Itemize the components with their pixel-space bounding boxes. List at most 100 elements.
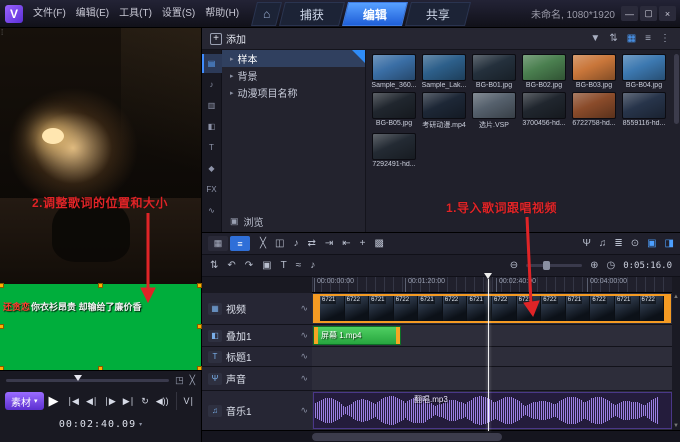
media-item[interactable]: BG-B05.jpg — [370, 92, 418, 130]
close-button[interactable]: × — [659, 6, 676, 21]
track-effect-icon[interactable]: ∿ — [300, 303, 308, 314]
media-item[interactable]: 7292491-hd... — [370, 133, 418, 168]
library-scrollbar[interactable] — [674, 54, 679, 124]
sort-icon[interactable]: ⇅ — [609, 33, 617, 44]
voice-track-lane[interactable] — [312, 367, 672, 391]
track-manager-icon[interactable]: ⇅ — [210, 260, 218, 271]
library-folder[interactable]: ▸ 背景 — [222, 67, 365, 84]
scroll-up-icon[interactable]: ▲ — [673, 294, 679, 300]
media-icon[interactable]: ▤ — [201, 54, 222, 73]
menu-item[interactable]: 文件(F) — [28, 0, 71, 28]
workspace-tab[interactable]: 编辑 — [342, 1, 409, 26]
resize-handle[interactable] — [197, 324, 202, 329]
lyrics-overlay[interactable]: 还贪恋你衣衫昂贵 却输给了廉价香 — [0, 283, 202, 371]
filter-icon[interactable]: ▼ — [590, 33, 600, 44]
resize-handle[interactable] — [98, 283, 103, 288]
timecode-spinner-icon[interactable]: ▾ — [139, 421, 142, 428]
video-frame-thumb[interactable]: 6722 — [442, 296, 468, 321]
split-clip-icon[interactable]: ╳ — [190, 375, 195, 386]
menu-item[interactable]: 帮助(H) — [200, 0, 244, 28]
playhead[interactable] — [484, 273, 492, 431]
video-frame-thumb[interactable]: 6721 — [516, 296, 542, 321]
music-track-lane[interactable]: 翻唱.mp3 — [312, 391, 672, 431]
seek-handle[interactable] — [74, 375, 83, 381]
overlay-clip[interactable]: 屏幕 1.mp4 — [313, 326, 401, 345]
library-folder[interactable]: ▸ 动漫项目名称 — [222, 84, 365, 101]
grid-view-icon[interactable]: ▦ — [627, 33, 636, 44]
record-voiceover-icon[interactable]: Ψ — [582, 238, 590, 249]
volume-button[interactable]: ◀)) — [154, 392, 171, 410]
template-icon[interactable]: ▥ — [202, 96, 222, 115]
mark-out-icon[interactable]: ⇤ — [342, 238, 350, 249]
video-frame-thumb[interactable]: 6722 — [639, 296, 665, 321]
jump-end-button[interactable]: ▶∣ — [121, 392, 136, 410]
snapshot-icon[interactable]: ▣ — [262, 260, 271, 271]
audio-icon[interactable]: ♪ — [202, 75, 222, 94]
undo-icon[interactable]: ↶ — [227, 260, 235, 271]
menu-item[interactable]: 编辑(E) — [71, 0, 114, 28]
ripple-edit-icon[interactable]: ⇄ — [307, 238, 315, 249]
video-frame-thumb[interactable]: 6721 — [614, 296, 640, 321]
menu-item[interactable]: 工具(T) — [114, 0, 157, 28]
video-frame-thumb[interactable]: 6721 — [565, 296, 591, 321]
track-header[interactable]: ◧ 叠加1 ∿ — [202, 325, 312, 347]
overlay-track-lane[interactable]: 屏幕 1.mp4 — [312, 325, 672, 347]
sound-mixer-icon[interactable]: ≣ — [614, 238, 622, 249]
video-frame-thumb[interactable]: 6721 — [418, 296, 443, 321]
enlarge-preview-icon[interactable]: ◳ — [175, 375, 184, 386]
zoom-slider[interactable] — [526, 261, 583, 270]
mark-in-icon[interactable]: ⇥ — [325, 238, 333, 249]
menu-item[interactable]: 设置(S) — [157, 0, 200, 28]
settings-icon[interactable]: ⊙ — [631, 238, 639, 249]
options-icon[interactable]: ⋮ — [660, 33, 670, 44]
workspace-tab[interactable]: 捕获 — [279, 1, 346, 26]
redo-icon[interactable]: ↷ — [245, 260, 253, 271]
video-frame-thumb[interactable]: 6721 — [320, 296, 345, 321]
media-item[interactable]: 6722758-hd... — [570, 92, 618, 130]
track-effect-icon[interactable]: ∿ — [300, 373, 308, 384]
track-effect-icon[interactable]: ∿ — [300, 405, 308, 416]
zoom-in-icon[interactable]: ⊕ — [590, 260, 598, 271]
media-item[interactable]: 考研动漫.mp4 — [420, 92, 468, 130]
split-audio-icon[interactable]: ♪ — [293, 238, 298, 249]
dual-preview-icon[interactable]: ◨ — [665, 238, 674, 249]
track-header[interactable]: Ψ 声音 ∿ — [202, 367, 312, 391]
timeline-view-icon[interactable]: ≡ — [230, 236, 250, 251]
clip-trim-handle-right[interactable] — [664, 296, 669, 321]
media-item[interactable]: 选片.VSP — [470, 92, 518, 130]
jump-start-button[interactable]: ∣◀ — [66, 392, 81, 410]
track-header[interactable]: ▦ 视频 ∿ — [202, 293, 312, 325]
video-track-lane[interactable]: 6721 6722 6721 6722 6721 6722 6721 6722 6721 6722… — [312, 293, 672, 325]
resize-handle[interactable] — [0, 324, 4, 329]
tab-home[interactable]: ⌂ — [251, 1, 283, 26]
media-item[interactable]: Sample_360... — [370, 54, 418, 89]
clip-trim-handle-right[interactable] — [396, 327, 400, 344]
resize-handle[interactable] — [197, 283, 202, 288]
zoom-out-icon[interactable]: ⊖ — [510, 260, 518, 271]
media-item[interactable]: 8559116-hd... — [620, 92, 668, 130]
next-frame-button[interactable]: ∣▶ — [102, 392, 117, 410]
workspace-tab[interactable]: 共享 — [405, 1, 472, 26]
track-header[interactable]: ♫ 音乐1 ∿ — [202, 391, 312, 431]
track-effect-icon[interactable]: ∿ — [300, 330, 308, 341]
media-item[interactable]: 3700456-hd... — [520, 92, 568, 130]
video-frame-thumb[interactable]: 6721 — [369, 296, 394, 321]
media-item[interactable]: BG-B02.jpg — [520, 54, 568, 89]
hscroll-handle[interactable] — [312, 433, 502, 441]
play-button[interactable]: ▶ — [47, 392, 63, 410]
subtitle-editor-icon[interactable]: T — [281, 260, 287, 271]
track-effect-icon[interactable]: ∿ — [300, 351, 308, 362]
music-clip[interactable]: 翻唱.mp3 — [313, 392, 672, 429]
panel-grip-icon[interactable]: ⁞ — [1, 29, 3, 37]
audio-ducking-icon[interactable]: ♪ — [310, 260, 315, 271]
track-header[interactable]: T 标题1 ∿ — [202, 347, 312, 367]
filter-flag-icon[interactable] — [352, 50, 365, 63]
transition-icon[interactable]: ◧ — [202, 117, 222, 136]
zoom-slider-handle[interactable] — [542, 261, 550, 270]
auto-music-icon[interactable]: ♫ — [599, 238, 607, 249]
clip-mode-button[interactable]: 素材 ▾ — [5, 392, 44, 410]
playhead-handle[interactable] — [484, 273, 492, 279]
video-frame-thumb[interactable]: 6722 — [590, 296, 615, 321]
timeline-hscrollbar[interactable] — [202, 430, 680, 442]
chroma-grid-icon[interactable]: ▩ — [375, 238, 384, 249]
